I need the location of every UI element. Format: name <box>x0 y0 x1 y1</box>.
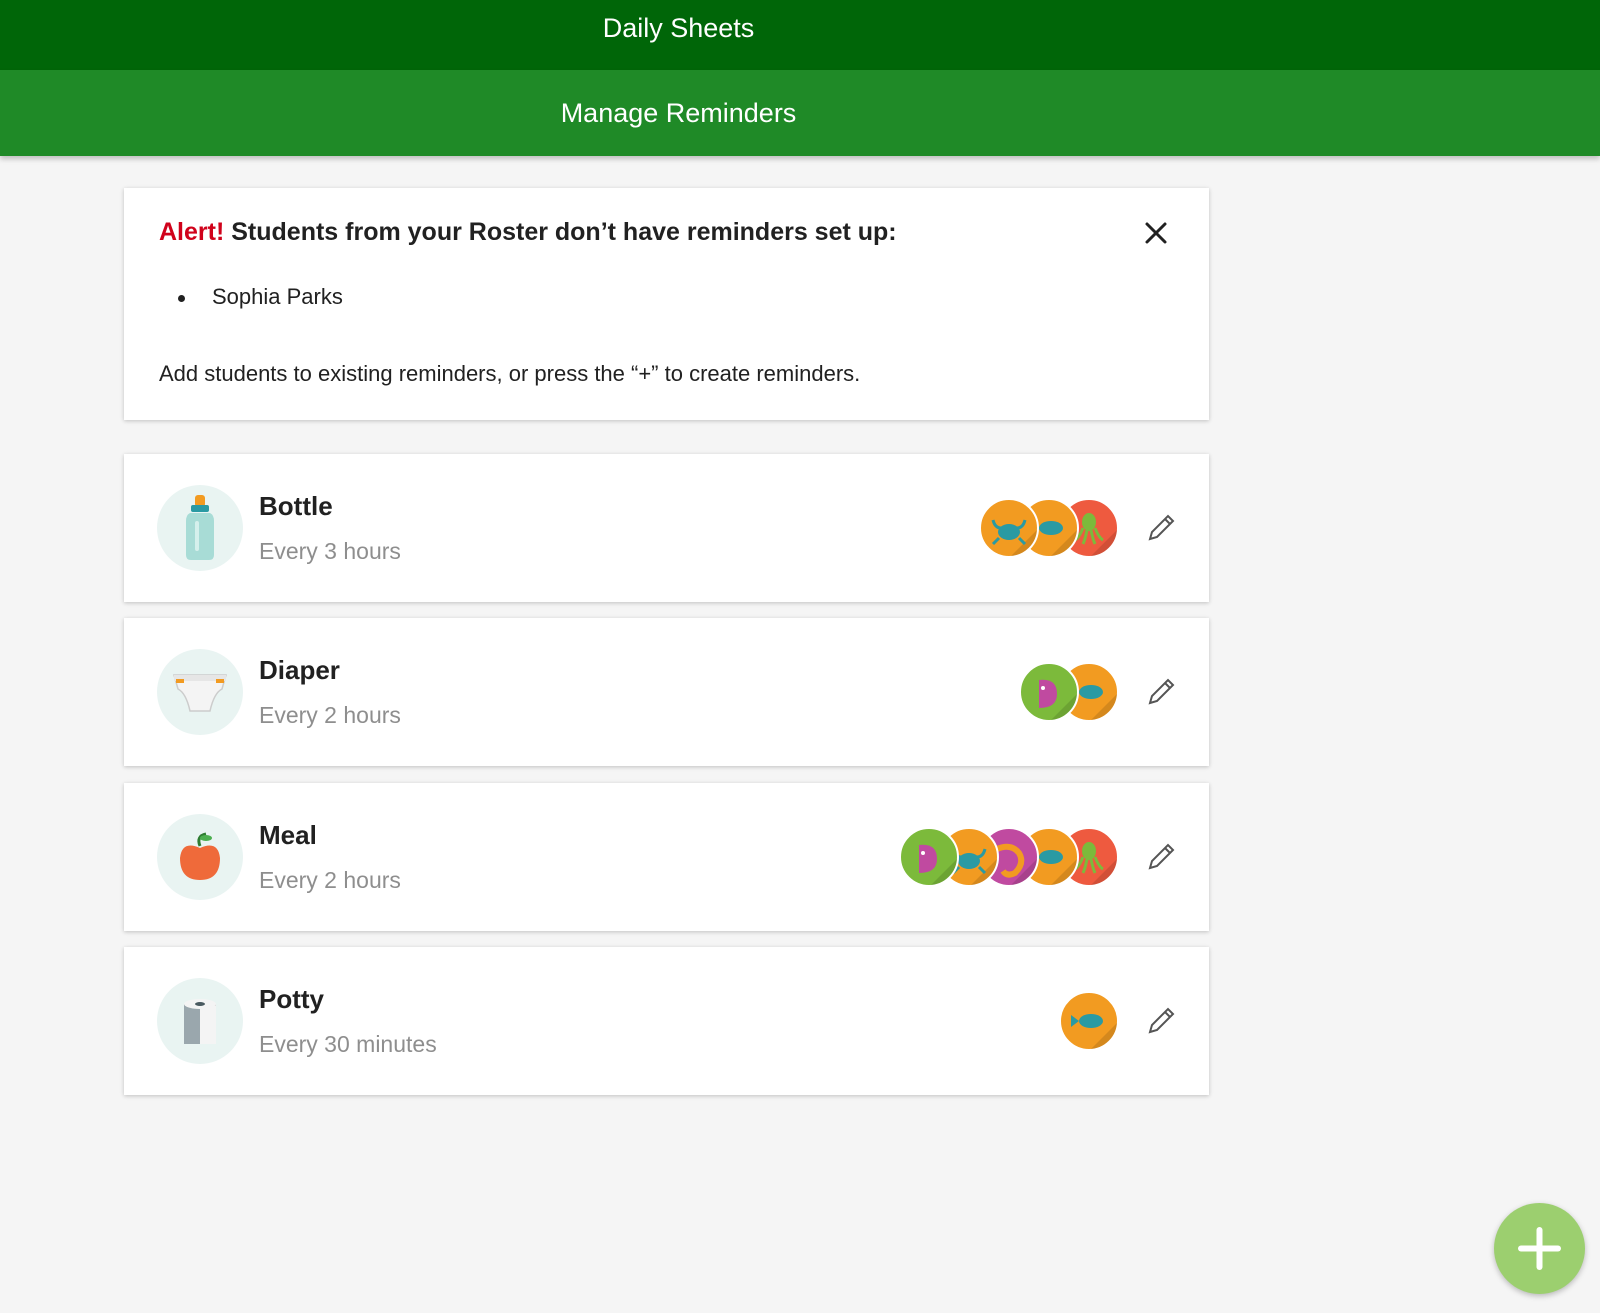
edit-reminder-button[interactable] <box>1144 675 1178 709</box>
reminder-frequency: Every 2 hours <box>259 702 401 728</box>
reminder-name: Potty <box>259 984 324 1014</box>
student-avatars <box>1019 662 1119 722</box>
apple-icon <box>157 814 243 900</box>
missing-student-item: Sophia Parks <box>159 284 343 310</box>
edit-reminder-button[interactable] <box>1144 840 1178 874</box>
reminder-card-diaper[interactable]: Diaper Every 2 hours <box>124 618 1209 766</box>
reminder-card-potty[interactable]: Potty Every 30 minutes <box>124 947 1209 1095</box>
page-header: Manage Reminders <box>0 70 1600 156</box>
app-bar: Daily Sheets <box>0 0 1600 70</box>
bullet <box>178 294 185 302</box>
add-reminder-button[interactable] <box>1494 1203 1585 1294</box>
pencil-icon <box>1148 514 1175 541</box>
diaper-icon <box>157 649 243 735</box>
edit-reminder-button[interactable] <box>1144 511 1178 545</box>
reminder-card-bottle[interactable]: Bottle Every 3 hours <box>124 454 1209 602</box>
reminder-card-meal[interactable]: Meal Every 2 hours <box>124 783 1209 931</box>
app-title: Daily Sheets <box>602 13 755 43</box>
alert-message: Students from your Roster don’t have rem… <box>231 218 897 246</box>
bottle-icon <box>157 485 243 571</box>
reminder-name: Diaper <box>259 655 340 685</box>
reminder-name: Meal <box>259 820 317 850</box>
edit-reminder-button[interactable] <box>1144 1004 1178 1038</box>
close-alert-button[interactable] <box>1141 218 1171 248</box>
fish-avatar <box>1059 991 1119 1051</box>
close-icon <box>1145 222 1167 244</box>
pink-fish-avatar <box>1019 662 1079 722</box>
reminder-name: Bottle <box>259 491 333 521</box>
alert-note: Add students to existing reminders, or p… <box>159 361 861 386</box>
student-avatars <box>1059 991 1119 1051</box>
pencil-icon <box>1148 678 1175 705</box>
roster-alert-card: Alert! Students from your Roster don’t h… <box>124 188 1209 420</box>
reminder-frequency: Every 2 hours <box>259 867 401 893</box>
toilet-paper-icon <box>157 978 243 1064</box>
student-name: Sophia Parks <box>212 284 343 309</box>
alert-heading: Alert! Students from your Roster don’t h… <box>159 218 897 247</box>
pink-fish-avatar <box>899 827 959 887</box>
crab-avatar <box>979 498 1039 558</box>
pencil-icon <box>1148 843 1175 870</box>
reminder-frequency: Every 30 minutes <box>259 1031 437 1057</box>
page-title: Manage Reminders <box>560 98 797 128</box>
reminder-frequency: Every 3 hours <box>259 538 401 564</box>
student-avatars <box>899 827 1119 887</box>
student-avatars <box>979 498 1119 558</box>
plus-icon <box>1518 1227 1561 1270</box>
alert-label: Alert! <box>159 218 225 246</box>
pencil-icon <box>1148 1007 1175 1034</box>
